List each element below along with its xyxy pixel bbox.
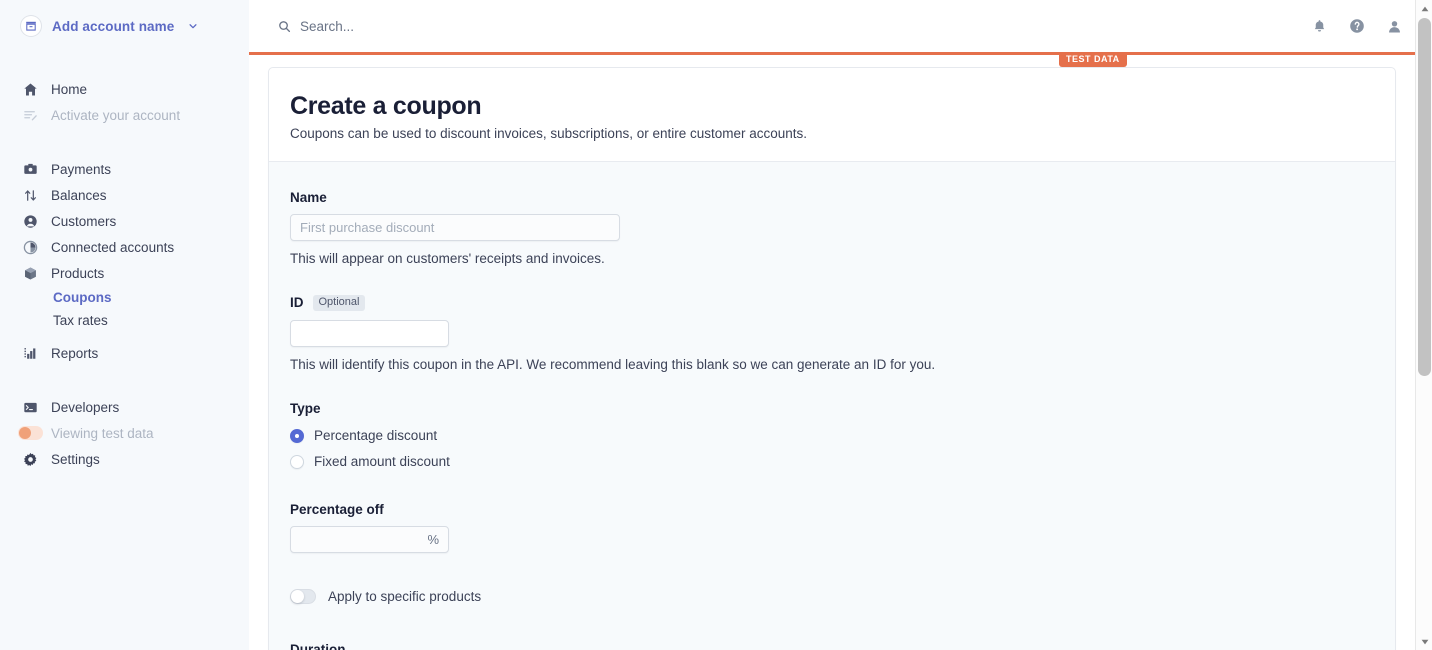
field-apply-products: Apply to specific products <box>290 588 1395 604</box>
sidebar-item-settings[interactable]: Settings <box>0 446 249 472</box>
connected-accounts-icon <box>21 238 39 256</box>
name-label: Name <box>290 190 1395 205</box>
store-icon <box>21 16 41 36</box>
search-icon <box>278 20 291 33</box>
developers-icon <box>21 398 39 416</box>
activate-icon <box>21 106 39 124</box>
percentage-off-input[interactable]: % <box>290 525 449 553</box>
page-title: Create a coupon <box>290 92 482 120</box>
app-root: Add account name Home Activate your acco… <box>0 0 1432 650</box>
home-icon <box>21 80 39 98</box>
payments-icon <box>21 160 39 178</box>
coupon-form: Name First purchase discount This will a… <box>269 161 1395 650</box>
sidebar: Add account name Home Activate your acco… <box>0 0 249 650</box>
sidebar-item-coupons[interactable]: Coupons <box>0 286 249 309</box>
account-switcher[interactable]: Add account name <box>0 0 249 52</box>
id-label: ID Optional <box>290 294 1395 311</box>
scroll-up-arrow[interactable] <box>1416 0 1432 17</box>
name-input[interactable]: First purchase discount <box>290 213 620 241</box>
radio-percentage-discount[interactable]: Percentage discount <box>290 425 1395 447</box>
balances-icon <box>21 186 39 204</box>
sidebar-item-activate-your-account[interactable]: Activate your account <box>0 102 249 128</box>
field-type: Type Percentage discount Fixed amount di… <box>290 401 1395 473</box>
products-icon <box>21 264 39 282</box>
field-id: ID Optional This will identify this coup… <box>290 294 1395 372</box>
test-data-badge: TEST DATA <box>1059 53 1127 67</box>
optional-badge: Optional <box>312 294 366 311</box>
apply-products-toggle[interactable] <box>290 588 316 604</box>
sidebar-item-label: Activate your account <box>51 107 181 123</box>
apply-products-toggle-row[interactable]: Apply to specific products <box>290 588 1395 604</box>
sidebar-item-label: Home <box>51 81 88 97</box>
panel-header: Create a coupon Coupons can be used to d… <box>269 68 1395 162</box>
type-label-text: Type <box>290 400 321 416</box>
vertical-scrollbar[interactable] <box>1415 0 1432 650</box>
radio-percentage-discount-label: Percentage discount <box>314 428 438 444</box>
reports-icon <box>21 344 39 362</box>
apply-products-label: Apply to specific products <box>328 588 482 604</box>
nav-primary: Home Activate your account <box>0 76 249 128</box>
help-circle-icon[interactable] <box>1349 18 1365 34</box>
id-input[interactable] <box>290 319 449 347</box>
sidebar-item-label: Developers <box>51 399 120 415</box>
sidebar-item-label: Balances <box>51 187 107 203</box>
field-duration: Duration <box>290 642 1395 650</box>
sidebar-item-viewing-test-data[interactable]: Viewing test data <box>0 420 249 446</box>
sidebar-item-reports[interactable]: Reports <box>0 340 249 366</box>
user-account-icon[interactable] <box>1387 19 1402 34</box>
radio-fixed-amount-discount-input[interactable] <box>290 454 304 469</box>
sidebar-item-label: Customers <box>51 213 117 229</box>
sidebar-item-tax-rates[interactable]: Tax rates <box>0 309 249 332</box>
create-coupon-panel: Create a coupon Coupons can be used to d… <box>268 67 1396 650</box>
radio-percentage-discount-input[interactable] <box>290 428 304 443</box>
notifications-bell-icon[interactable] <box>1312 19 1327 34</box>
percentage-off-label: Percentage off <box>290 502 1395 517</box>
name-label-text: Name <box>290 189 327 205</box>
field-name: Name First purchase discount This will a… <box>290 190 1395 266</box>
percent-suffix: % <box>427 531 439 547</box>
search-placeholder: Search... <box>300 18 355 34</box>
sidebar-item-payments[interactable]: Payments <box>0 156 249 182</box>
sidebar-item-developers[interactable]: Developers <box>0 394 249 420</box>
sidebar-item-label: Viewing test data <box>51 425 154 441</box>
id-help-text: This will identify this coupon in the AP… <box>290 356 936 372</box>
sidebar-item-label: Payments <box>51 161 112 177</box>
duration-label: Duration <box>290 642 1395 650</box>
nav-sections: Payments Balances Customers Connected ac… <box>0 156 249 366</box>
sidebar-subitem-label: Tax rates <box>53 313 108 328</box>
sidebar-item-products[interactable]: Products <box>0 260 249 286</box>
content-scroll-region: Create a coupon Coupons can be used to d… <box>249 55 1432 650</box>
sidebar-item-balances[interactable]: Balances <box>0 182 249 208</box>
duration-label-text: Duration <box>290 641 346 650</box>
settings-gear-icon <box>21 450 39 468</box>
sidebar-item-label: Reports <box>51 345 99 361</box>
id-label-text: ID <box>290 295 304 311</box>
sidebar-item-customers[interactable]: Customers <box>0 208 249 234</box>
test-data-toggle[interactable] <box>17 424 43 442</box>
sidebar-item-home[interactable]: Home <box>0 76 249 102</box>
sidebar-item-label: Connected accounts <box>51 239 175 255</box>
sidebar-subitem-label: Coupons <box>53 290 112 305</box>
customers-icon <box>21 212 39 230</box>
sidebar-item-connected-accounts[interactable]: Connected accounts <box>0 234 249 260</box>
main-area: Search... TEST DATA Create a coupon Coup… <box>249 0 1432 650</box>
top-bar: Search... <box>249 0 1432 52</box>
sidebar-item-label: Settings <box>51 451 100 467</box>
name-help-text: This will appear on customers' receipts … <box>290 250 605 266</box>
sidebar-item-label: Products <box>51 265 105 281</box>
scroll-down-arrow[interactable] <box>1416 633 1432 650</box>
page-subtitle: Coupons can be used to discount invoices… <box>290 125 808 141</box>
scrollbar-thumb[interactable] <box>1418 18 1431 376</box>
percentage-off-label-text: Percentage off <box>290 501 384 517</box>
search-input[interactable]: Search... <box>278 19 354 34</box>
name-input-placeholder: First purchase discount <box>300 219 435 235</box>
field-percentage-off: Percentage off % <box>290 502 1395 553</box>
account-name-label: Add account name <box>52 18 175 34</box>
chevron-down-icon <box>188 21 198 31</box>
type-label: Type <box>290 401 1395 416</box>
nav-footer: Developers Viewing test data Settings <box>0 394 249 472</box>
topbar-actions <box>1312 18 1402 34</box>
radio-fixed-amount-discount[interactable]: Fixed amount discount <box>290 451 1395 473</box>
radio-fixed-amount-discount-label: Fixed amount discount <box>314 454 450 470</box>
